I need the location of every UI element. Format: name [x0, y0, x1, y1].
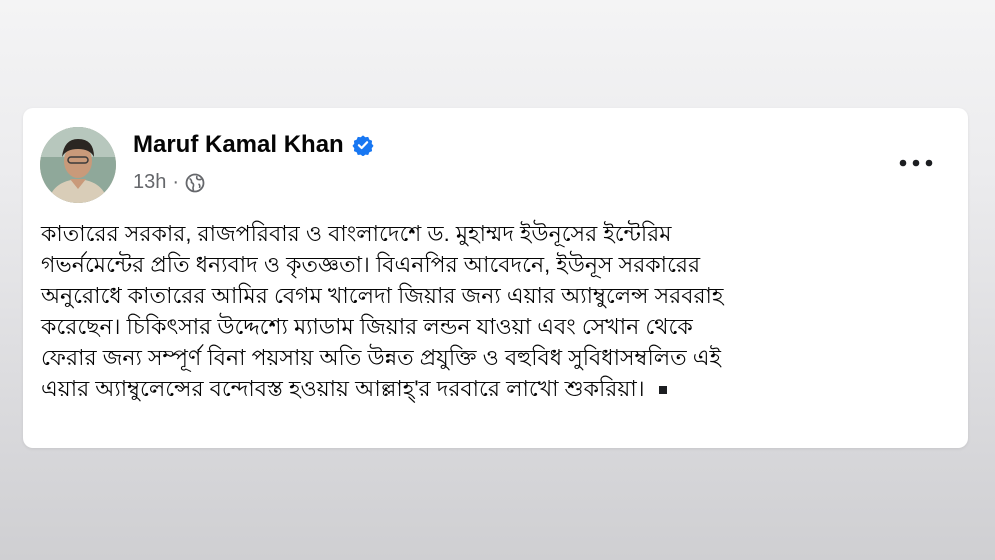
post-text-line: ফেরার জন্য সম্পূর্ণ বিনা পয়সায় অতি উন্…	[41, 345, 721, 370]
post-card: Maruf Kamal Khan 13h · কাতারের সরকার, রা…	[23, 108, 968, 448]
author-name-text[interactable]: Maruf Kamal Khan	[133, 131, 344, 159]
post-text-line: অনুরোধে কাতারের আমির বেগম খালেদা জিয়ার …	[41, 283, 724, 308]
post-text: কাতারের সরকার, রাজপরিবার ও বাংলাদেশে ড. …	[41, 218, 951, 404]
post-timestamp[interactable]: 13h	[133, 171, 166, 194]
verified-badge-icon	[352, 135, 374, 156]
post-text-line: এয়ার অ্যাম্বুলেন্সের বন্দোবস্ত হওয়ায় …	[41, 376, 645, 401]
post-text-last-line: এয়ার অ্যাম্বুলেন্সের বন্দোবস্ত হওয়ায় …	[41, 373, 951, 404]
end-square-icon	[658, 386, 667, 395]
post-text-line: গভর্নমেন্টের প্রতি ধন্যবাদ ও কৃতজ্ঞতা। ব…	[41, 252, 701, 277]
post-text-line: কাতারের সরকার, রাজপরিবার ও বাংলাদেশে ড. …	[41, 221, 672, 246]
globe-icon[interactable]	[185, 173, 205, 193]
author-avatar[interactable]	[40, 127, 116, 203]
post-meta: 13h ·	[133, 171, 205, 194]
profile-photo-icon	[40, 127, 116, 203]
author-name[interactable]: Maruf Kamal Khan	[133, 131, 374, 159]
post-text-line: করেছেন। চিকিৎসার উদ্দেশ্যে ম্যাডাম জিয়া…	[41, 314, 693, 339]
meta-separator: ·	[172, 171, 180, 193]
more-options-button[interactable]	[896, 148, 936, 178]
more-options-icon	[899, 159, 933, 167]
